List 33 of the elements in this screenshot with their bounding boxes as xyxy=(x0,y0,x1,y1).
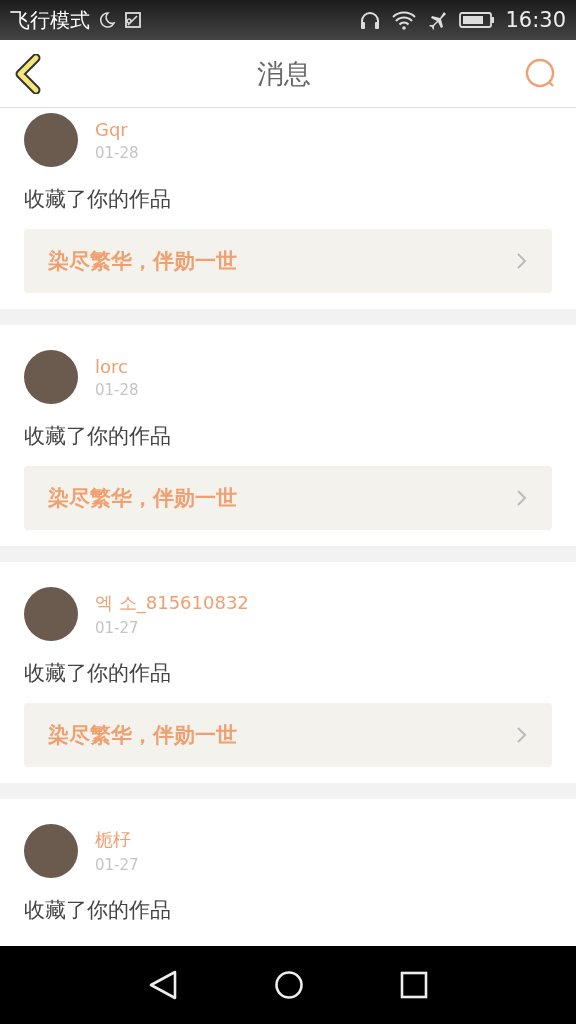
back-triangle-icon[interactable] xyxy=(148,969,178,1001)
message-date: 01-28 xyxy=(95,143,139,162)
wifi-icon xyxy=(391,10,418,30)
user-name[interactable]: 엑 소_815610832 xyxy=(95,591,249,615)
user-name[interactable]: lorc xyxy=(95,355,139,377)
avatar-photo-placeholder xyxy=(24,824,78,878)
battery-icon xyxy=(459,10,496,30)
headphones-icon xyxy=(359,10,382,30)
page-title: 消息 xyxy=(257,56,311,91)
status-mode-text: 飞行模式 xyxy=(10,6,90,34)
message-date: 01-27 xyxy=(95,856,139,874)
chevron-right-icon xyxy=(516,489,528,507)
moon-icon xyxy=(98,11,116,29)
status-time: 16:30 xyxy=(505,8,566,32)
chevron-right-icon xyxy=(516,252,528,270)
work-link[interactable]: 染尽繁华，伴勋一世 xyxy=(24,229,552,293)
message-text: 收藏了你的作品 xyxy=(24,660,172,687)
message-text: 收藏了你的作品 xyxy=(24,423,172,450)
chevron-right-icon xyxy=(516,726,528,744)
message-text: 收藏了你的作品 xyxy=(24,897,172,924)
message-text: 收藏了你的作品 xyxy=(24,186,172,213)
image-icon xyxy=(124,11,142,29)
avatar-photo-placeholder xyxy=(24,587,78,641)
work-link[interactable]: 染尽繁华，伴勋一世 xyxy=(24,466,552,530)
avatar-photo-placeholder xyxy=(24,113,78,167)
message-date: 01-27 xyxy=(95,619,140,637)
message-date: 01-28 xyxy=(95,380,139,399)
home-circle-icon[interactable] xyxy=(274,970,304,1000)
user-name[interactable]: Gqr xyxy=(95,118,139,140)
recents-square-icon[interactable] xyxy=(400,971,428,999)
work-link[interactable]: 染尽繁华，伴勋一世 xyxy=(24,703,552,767)
user-name[interactable]: 栀杍 xyxy=(95,828,139,852)
avatar-photo-placeholder xyxy=(24,350,78,404)
